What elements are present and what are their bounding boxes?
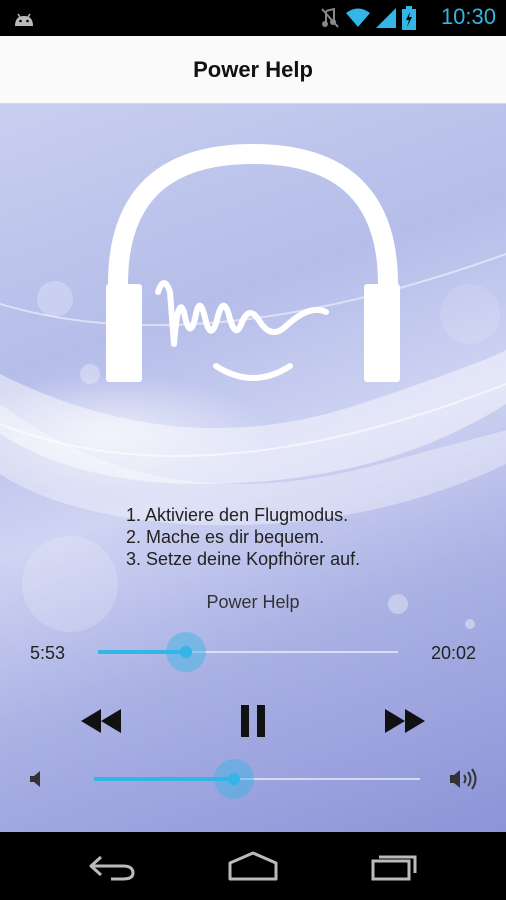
volume-low-icon xyxy=(30,771,40,787)
player-screen: 1. Aktiviere den Flugmodus. 2. Mache es … xyxy=(0,104,506,832)
status-bar: 10:30 xyxy=(0,0,506,36)
battery-charging-icon xyxy=(402,6,416,30)
mute-icon xyxy=(321,7,339,28)
status-icons xyxy=(320,6,416,30)
total-time: 20:02 xyxy=(430,643,476,663)
pause-icon xyxy=(241,705,265,737)
instruction-line: 2. Mache es dir bequem. xyxy=(126,527,325,547)
home-button[interactable] xyxy=(223,846,283,886)
headphones-logo xyxy=(106,144,400,382)
back-icon xyxy=(89,855,135,881)
seek-bar[interactable] xyxy=(98,632,398,672)
volume-level xyxy=(94,777,235,781)
rewind-button[interactable] xyxy=(76,696,126,746)
action-bar: Power Help xyxy=(0,36,506,104)
volume-row xyxy=(0,759,506,799)
track-name: Power Help xyxy=(206,592,300,612)
instruction-line: 3. Setze deine Kopfhörer auf. xyxy=(126,549,361,569)
fast-forward-button[interactable] xyxy=(380,696,430,746)
instruction-line: 1. Aktiviere den Flugmodus. xyxy=(126,505,349,525)
volume-slider[interactable] xyxy=(94,759,420,799)
fast-forward-icon xyxy=(385,709,425,733)
instructions: 1. Aktiviere den Flugmodus. 2. Mache es … xyxy=(126,504,360,570)
clock: 10:30 xyxy=(440,4,496,29)
pause-button[interactable] xyxy=(228,696,278,746)
recents-icon xyxy=(371,855,417,881)
signal-icon xyxy=(376,8,396,28)
back-button[interactable] xyxy=(82,846,142,886)
home-icon xyxy=(228,851,278,881)
recents-button[interactable] xyxy=(364,846,424,886)
volume-high-icon xyxy=(450,768,477,790)
playback-controls xyxy=(0,696,506,746)
android-icon xyxy=(15,13,33,26)
page-title: Power Help xyxy=(193,56,313,82)
wifi-icon xyxy=(346,8,370,27)
seek-thumb[interactable] xyxy=(166,632,207,672)
navigation-bar xyxy=(0,832,506,900)
volume-thumb[interactable] xyxy=(214,759,255,799)
rewind-icon xyxy=(81,709,121,733)
elapsed-time: 5:53 xyxy=(30,643,66,663)
